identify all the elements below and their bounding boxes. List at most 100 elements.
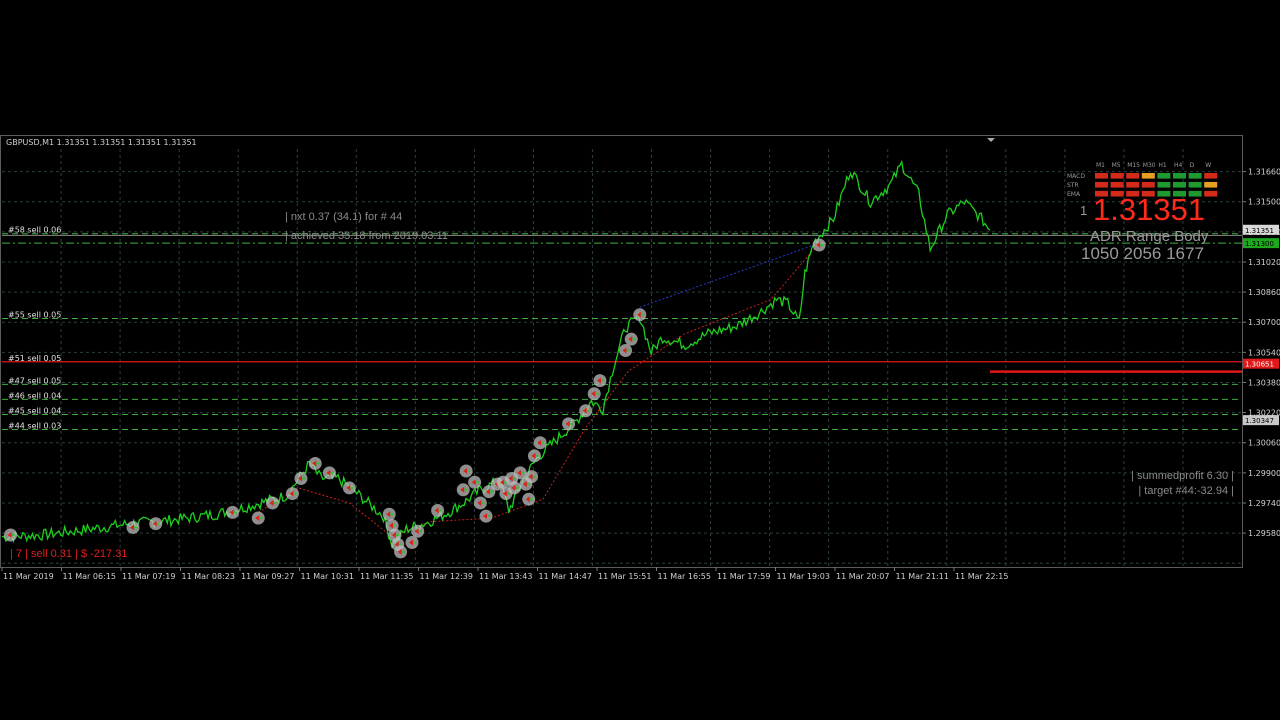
- trade-marker-dot: [521, 471, 525, 474]
- achieved-text: | achieved 33.18 from 2019.03.11: [285, 230, 448, 242]
- trade-marker-dot: [156, 522, 160, 525]
- sell-level-label: #47 sell 0.05: [8, 376, 61, 385]
- x-tick-label: 11 Mar 15:51: [598, 572, 651, 581]
- trade-marker-dot: [626, 349, 630, 352]
- trade-marker-dot: [569, 422, 573, 425]
- trade-marker-dot: [301, 477, 305, 480]
- trade-marker-dot: [464, 488, 468, 491]
- trade-marker-dot: [293, 492, 297, 495]
- trade-marker-dot: [418, 530, 422, 533]
- price-chart[interactable]: #58 sell 0.06 #55 sell 0.05 #51 sell 0.05 #…: [0, 135, 1280, 583]
- timeframe-label: M1: [1096, 162, 1105, 169]
- indicator-cell: [1188, 173, 1202, 179]
- y-tick-label: 1.31660: [1248, 168, 1280, 177]
- timeframe-label: D: [1190, 162, 1195, 169]
- trade-marker-dot: [640, 313, 644, 316]
- x-tick-label: 11 Mar 09:27: [241, 572, 294, 581]
- x-tick-label: 11 Mar 10:31: [301, 572, 354, 581]
- indicator-cell: [1173, 173, 1186, 179]
- summed-profit-text: | summedprofit 6.30 |: [1131, 470, 1234, 482]
- price-tag-label: 1.31351: [1245, 227, 1274, 235]
- indicator-cell: [1173, 181, 1186, 188]
- y-tick-label: 1.29900: [1248, 469, 1280, 478]
- indicator-cell: [1126, 181, 1140, 188]
- sell-level-label: #55 sell 0.05: [8, 310, 61, 319]
- indicator-cell: [1110, 181, 1124, 188]
- indicator-cell: [1157, 173, 1171, 179]
- position-summary-text: | 7 | sell 0.31 | $ -217.31: [10, 548, 128, 560]
- target-text: | target #44:-32.94 |: [1138, 485, 1234, 497]
- trade-marker-dot: [350, 486, 354, 489]
- trade-marker-dot: [595, 392, 599, 395]
- x-tick-label: 11 Mar 2019: [3, 572, 54, 581]
- adr-labels: ADR Range Body: [1090, 228, 1209, 245]
- trade-marker-dot: [259, 517, 263, 520]
- y-tick-label: 1.29740: [1248, 499, 1280, 508]
- y-tick-label: 1.30380: [1248, 378, 1280, 387]
- y-tick-label: 1.30700: [1248, 318, 1280, 327]
- indicator-cell: [1188, 181, 1202, 188]
- sell-level-label: #46 sell 0.04: [8, 391, 61, 400]
- indicator-cell: [1110, 173, 1124, 179]
- y-tick-label: 1.31020: [1248, 258, 1280, 267]
- indicator-cell: [1204, 181, 1218, 188]
- trade-marker-dot: [512, 477, 516, 480]
- trade-marker-dot: [489, 490, 493, 493]
- trade-marker-dot: [233, 511, 237, 514]
- trade-marker-dot: [413, 541, 417, 544]
- next-trade-text: | nxt 0.37 (34.1) for # 44: [285, 211, 403, 223]
- trade-marker-dot: [401, 550, 405, 553]
- x-tick-label: 11 Mar 22:15: [955, 572, 1008, 581]
- trade-marker-dot: [820, 244, 824, 247]
- price-tag-label: 1.30651: [1245, 361, 1274, 369]
- trade-marker-dot: [316, 462, 320, 465]
- sell-level-label: #58 sell 0.06: [8, 226, 61, 235]
- current-price-big: 1.31351: [1093, 192, 1206, 227]
- x-tick-label: 11 Mar 07:19: [122, 572, 175, 581]
- trade-marker-dot: [273, 501, 277, 504]
- indicator-cell: [1141, 181, 1155, 188]
- x-tick-label: 11 Mar 11:35: [360, 572, 413, 581]
- price-tag-label: 1.30347: [1245, 417, 1274, 425]
- price-tag-label: 1.31300: [1245, 240, 1274, 248]
- x-tick-label: 11 Mar 19:03: [777, 572, 830, 581]
- indicator-row-label: STR: [1067, 182, 1079, 189]
- trade-marker-dot: [532, 475, 536, 478]
- trade-marker-dot: [529, 498, 533, 501]
- sell-level-label: #44 sell 0.03: [8, 422, 61, 431]
- trade-marker-dot: [475, 481, 479, 484]
- y-tick-label: 1.31500: [1248, 198, 1280, 207]
- timeframe-label: H1: [1158, 162, 1167, 169]
- timeframe-label: M5: [1112, 162, 1121, 169]
- x-tick-label: 11 Mar 17:59: [717, 572, 770, 581]
- indicator-cell: [1141, 173, 1155, 179]
- indicator-cell: [1204, 190, 1218, 197]
- y-tick-label: 1.29580: [1248, 529, 1280, 538]
- trade-marker-dot: [506, 492, 510, 495]
- trade-marker-dot: [398, 543, 402, 546]
- x-tick-label: 11 Mar 12:39: [420, 572, 473, 581]
- trade-marker-dot: [586, 409, 590, 412]
- trade-marker-dot: [515, 486, 519, 489]
- y-tick-label: 1.30060: [1248, 439, 1280, 448]
- trade-marker-dot: [438, 509, 442, 512]
- indicator-cell: [1095, 173, 1108, 179]
- indicator-row-label: EMA: [1067, 191, 1081, 198]
- y-tick-label: 1.30860: [1248, 288, 1280, 297]
- indicator-cell: [1126, 173, 1140, 179]
- chart-window[interactable]: #58 sell 0.06 #55 sell 0.05 #51 sell 0.05 #…: [0, 135, 1280, 583]
- trade-marker-dot: [481, 501, 485, 504]
- trade-marker-dot: [133, 526, 137, 529]
- y-tick-label: 1.30540: [1248, 348, 1280, 357]
- indicator-cell: [1157, 181, 1171, 188]
- sell-level-label: #51 sell 0.05: [8, 354, 61, 363]
- indicator-cell: [1095, 181, 1108, 188]
- x-tick-label: 11 Mar 20:07: [836, 572, 889, 581]
- timeframe-label: M15: [1127, 162, 1140, 169]
- trade-marker-dot: [393, 524, 397, 527]
- trade-marker-dot: [526, 483, 530, 486]
- timeframe-label: W: [1205, 162, 1211, 169]
- x-tick-label: 11 Mar 08:23: [182, 572, 235, 581]
- trade-marker-dot: [600, 379, 604, 382]
- trade-marker-dot: [395, 533, 399, 536]
